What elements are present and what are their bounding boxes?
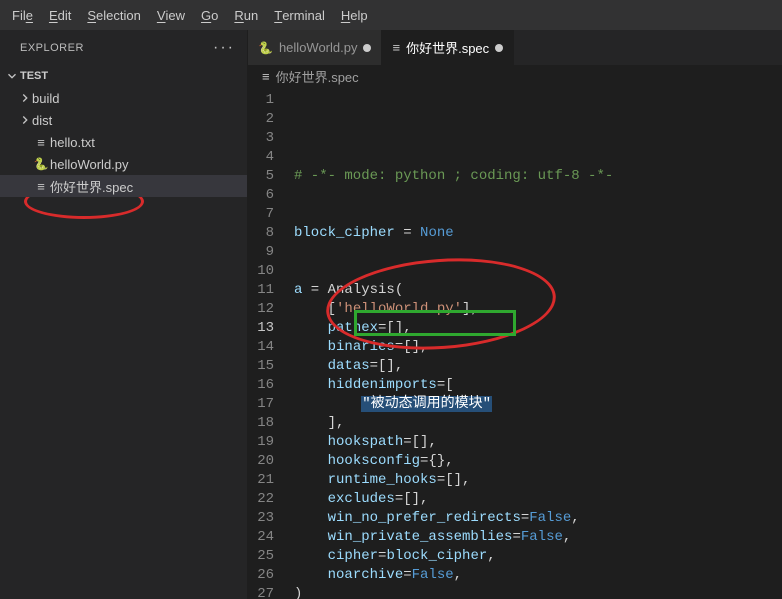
tree-item-label: build (32, 91, 59, 106)
code-line[interactable]: hiddenimports=[ (294, 376, 782, 395)
file-tree: builddist≡hello.txt🐍helloWorld.py≡你好世界.s… (0, 87, 247, 197)
tree-folder[interactable]: dist (0, 109, 247, 131)
code-line[interactable]: ['helloWorld.py'], (294, 300, 782, 319)
code-line[interactable]: pathex=[], (294, 319, 782, 338)
tree-file[interactable]: ≡hello.txt (0, 131, 247, 153)
line-gutter: 1234567891011121314151617181920212223242… (248, 87, 294, 599)
menu-bar: FileEditSelectionViewGoRunTerminalHelp (0, 0, 782, 30)
menu-go[interactable]: Go (193, 0, 226, 30)
sidebar-header: EXPLORER ··· (0, 30, 247, 65)
more-actions-icon[interactable]: ··· (213, 39, 235, 57)
dirty-indicator-icon (363, 44, 371, 52)
chevron-right-icon (18, 113, 32, 127)
settings-icon: ≡ (32, 179, 50, 194)
menu-file[interactable]: File (4, 0, 41, 30)
tree-item-label: 你好世界.spec (50, 177, 133, 196)
menu-help[interactable]: Help (333, 0, 376, 30)
chevron-right-icon (18, 91, 32, 105)
code-line[interactable]: excludes=[], (294, 490, 782, 509)
menu-view[interactable]: View (149, 0, 193, 30)
dirty-indicator-icon (495, 44, 503, 52)
tree-item-label: helloWorld.py (50, 157, 129, 172)
folder-section-header[interactable]: TEST (0, 65, 247, 87)
menu-run[interactable]: Run (226, 0, 266, 30)
editor-tab[interactable]: 🐍 helloWorld.py (248, 30, 382, 65)
code-line[interactable]: win_no_prefer_redirects=False, (294, 509, 782, 528)
menu-terminal[interactable]: Terminal (266, 0, 333, 30)
breadcrumb-label: 你好世界.spec (276, 67, 359, 86)
file-icon: ≡ (32, 135, 50, 150)
tree-folder[interactable]: build (0, 87, 247, 109)
tree-file[interactable]: 🐍helloWorld.py (0, 153, 247, 175)
code-line[interactable]: hooksconfig={}, (294, 452, 782, 471)
code-line[interactable]: cipher=block_cipher, (294, 547, 782, 566)
menu-selection[interactable]: Selection (79, 0, 148, 30)
code-line[interactable] (294, 243, 782, 262)
editor-tabs: 🐍 helloWorld.py ≡ 你好世界.spec (248, 30, 782, 65)
code-line[interactable]: # -*- mode: python ; coding: utf-8 -*- (294, 167, 782, 186)
tab-label: 你好世界.spec (406, 38, 489, 57)
code-line[interactable] (294, 205, 782, 224)
breadcrumbs[interactable]: ≡ 你好世界.spec (248, 65, 782, 87)
sidebar-title: EXPLORER (20, 42, 84, 54)
code-line[interactable] (294, 186, 782, 205)
code-line[interactable]: hookspath=[], (294, 433, 782, 452)
code-line[interactable]: ) (294, 585, 782, 599)
editor-tab[interactable]: ≡ 你好世界.spec (382, 30, 514, 65)
code-line[interactable] (294, 262, 782, 281)
explorer-sidebar: EXPLORER ··· TEST builddist≡hello.txt🐍he… (0, 30, 248, 599)
tab-label: helloWorld.py (279, 40, 358, 55)
python-icon: 🐍 (258, 41, 273, 55)
code-editor[interactable]: 1234567891011121314151617181920212223242… (248, 87, 782, 599)
code-line[interactable]: a = Analysis( (294, 281, 782, 300)
menu-edit[interactable]: Edit (41, 0, 79, 30)
settings-icon: ≡ (262, 69, 270, 84)
tree-item-label: hello.txt (50, 135, 95, 150)
code-line[interactable]: binaries=[], (294, 338, 782, 357)
python-icon: 🐍 (32, 157, 50, 171)
editor-area: 🐍 helloWorld.py ≡ 你好世界.spec ≡ 你好世界.spec 123… (248, 30, 782, 599)
code-line[interactable]: noarchive=False, (294, 566, 782, 585)
section-title: TEST (20, 70, 48, 82)
code-line[interactable]: block_cipher = None (294, 224, 782, 243)
code-line[interactable]: ], (294, 414, 782, 433)
code-line[interactable]: win_private_assemblies=False, (294, 528, 782, 547)
code-line[interactable]: runtime_hooks=[], (294, 471, 782, 490)
settings-icon: ≡ (392, 40, 400, 55)
tree-file[interactable]: ≡你好世界.spec (0, 175, 247, 197)
code-line[interactable]: "被动态调用的模块" (294, 395, 782, 414)
code-content[interactable]: # -*- mode: python ; coding: utf-8 -*- b… (294, 87, 782, 599)
tree-item-label: dist (32, 113, 52, 128)
code-line[interactable]: datas=[], (294, 357, 782, 376)
chevron-down-icon (4, 69, 20, 83)
